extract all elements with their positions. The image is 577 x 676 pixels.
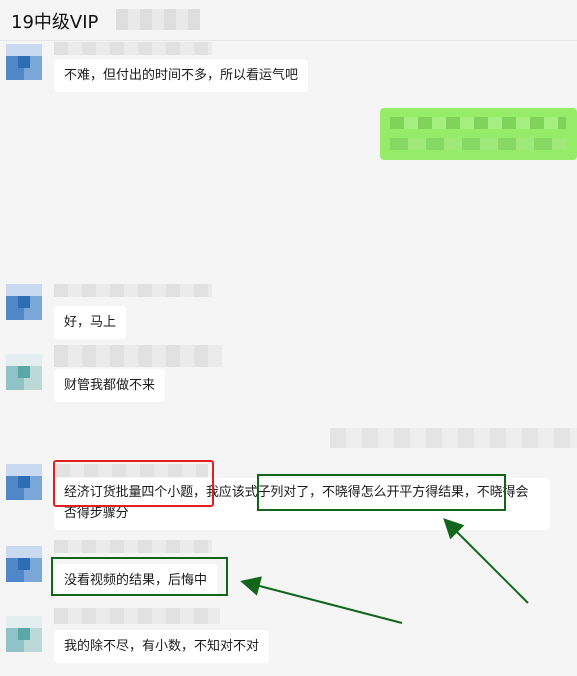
annotation-arrows (240, 518, 529, 624)
arrow-to-message (443, 518, 529, 604)
arrow-to-message (240, 576, 403, 624)
